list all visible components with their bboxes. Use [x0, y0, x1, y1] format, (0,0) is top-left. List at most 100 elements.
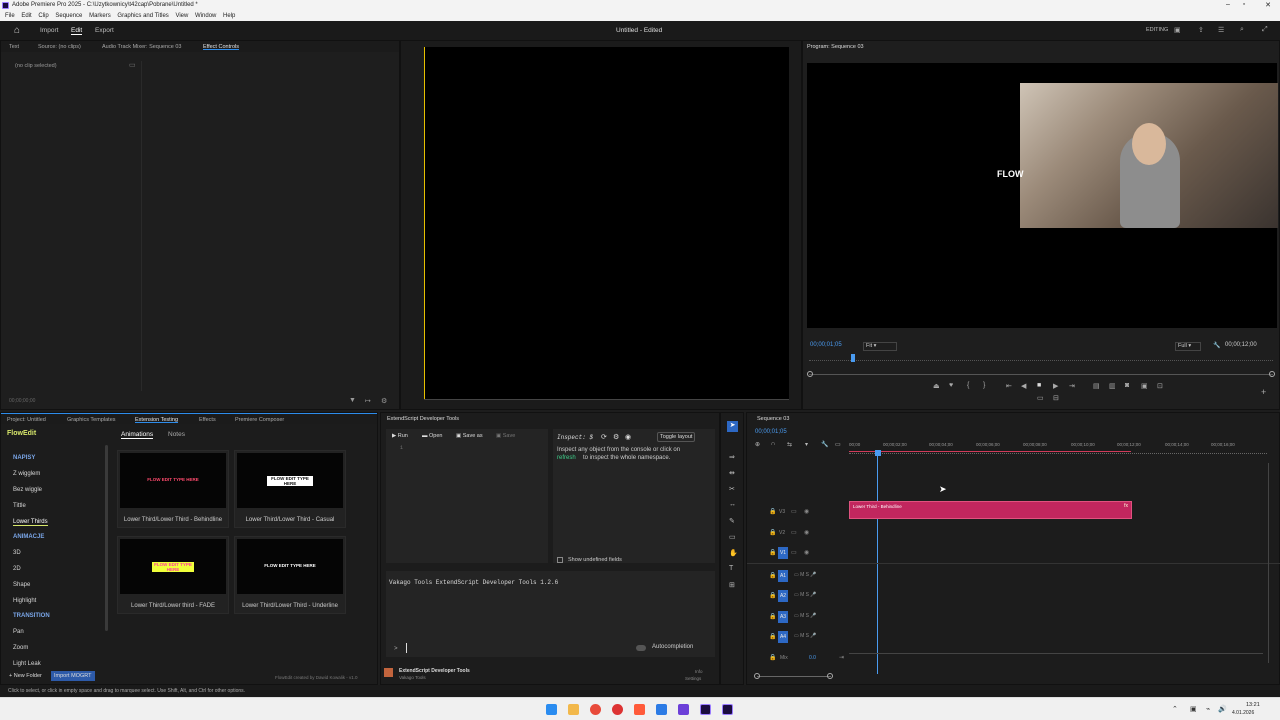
menu-help[interactable]: Help	[223, 13, 235, 19]
show-undefined-checkbox[interactable]	[557, 557, 563, 563]
track-label-v1[interactable]: V1	[778, 547, 788, 559]
tab-graphics-templates[interactable]: Graphics Templates	[67, 417, 116, 423]
stop-icon[interactable]: ■	[1037, 382, 1041, 389]
file-explorer-icon[interactable]	[568, 704, 579, 715]
lock-icon[interactable]: 🔒	[769, 508, 776, 515]
safe-margins-icon[interactable]: ▭	[1037, 394, 1044, 402]
track-label-a1[interactable]: A1	[778, 570, 788, 582]
tab-effect-controls[interactable]: Effect Controls	[203, 44, 239, 50]
work-area-bar[interactable]	[849, 451, 1131, 452]
rectangle-icon[interactable]: ▭	[729, 533, 736, 541]
windows-start-icon[interactable]	[546, 704, 557, 715]
mark-in-icon[interactable]: {	[967, 382, 969, 389]
type-icon[interactable]: T	[729, 565, 733, 572]
visual-studio-icon[interactable]	[678, 704, 689, 715]
sidebar-item-shape[interactable]: Shape	[13, 582, 30, 588]
close-icon[interactable]: ✕	[1262, 1, 1274, 9]
go-to-in-icon[interactable]: ⇤	[1006, 382, 1012, 390]
tab-effects[interactable]: Effects	[199, 417, 216, 423]
captions-icon[interactable]: ▭	[835, 441, 841, 448]
menu-markers[interactable]: Markers	[89, 13, 111, 19]
tab-project[interactable]: Project: Untitled	[7, 417, 46, 423]
info-link[interactable]: Info	[695, 669, 703, 674]
refresh-link[interactable]: refresh	[557, 455, 576, 461]
mix-value[interactable]: 0.0	[809, 655, 816, 661]
workspaces-icon[interactable]: ▣	[1174, 26, 1181, 34]
open-button[interactable]: ▬ Open	[422, 433, 443, 439]
timeline-v-scrollbar[interactable]	[1268, 463, 1269, 663]
step-forward-icon[interactable]: ▶	[1053, 382, 1058, 390]
tab-import[interactable]: Import	[40, 27, 58, 34]
save-as-button[interactable]: ▣ Save as	[456, 433, 483, 439]
toggle-layout-button[interactable]: Toggle layout	[657, 432, 696, 442]
timeline-playhead-handle[interactable]	[875, 450, 881, 456]
panel-icon[interactable]: ☰	[1218, 26, 1224, 34]
marker-icon[interactable]: ▾	[805, 441, 808, 448]
sidebar-item-z-wigglem[interactable]: Z wigglem	[13, 471, 40, 477]
notepad-icon[interactable]	[656, 704, 667, 715]
zoom-scrollbar[interactable]	[809, 374, 1273, 375]
button-editor-icon[interactable]: +	[1261, 387, 1266, 397]
sidebar-item-2d[interactable]: 2D	[13, 566, 21, 572]
search-icon[interactable]: ⌕	[1240, 26, 1244, 34]
clock-date[interactable]: 4.01.2026	[1232, 710, 1254, 716]
export-frame-icon[interactable]: ◙	[1125, 382, 1129, 389]
lock-icon[interactable]: 🔒	[769, 549, 776, 556]
add-marker-icon[interactable]: ♥	[949, 382, 953, 389]
template-card[interactable]: FLOW EDIT TYPE HERE Lower Third/Lower th…	[117, 536, 229, 614]
mute-icon[interactable]: ▭ M S 🎤	[794, 572, 817, 578]
toggle-timeline-icon[interactable]: ▭	[129, 61, 136, 69]
refresh-icon[interactable]: ⟳	[601, 433, 607, 441]
lock-icon[interactable]: 🔒	[769, 654, 776, 661]
nest-icon[interactable]: ⊕	[755, 441, 760, 448]
eye-icon[interactable]: ◉	[804, 549, 809, 556]
menu-view[interactable]: View	[175, 13, 188, 19]
minimize-icon[interactable]: –	[1222, 1, 1234, 8]
sidebar-item-light-leak[interactable]: Light Leak	[13, 661, 41, 667]
zoom-handle-left[interactable]	[807, 371, 813, 377]
sync-lock-icon[interactable]: ▭	[791, 549, 797, 556]
multicam-icon[interactable]: ⊟	[1053, 394, 1059, 402]
mute-icon[interactable]: ▭ M S 🎤	[794, 613, 817, 619]
chrome-icon[interactable]	[590, 704, 601, 715]
overwrite-icon[interactable]: ▥	[1109, 382, 1116, 390]
sidebar-item-pan[interactable]: Pan	[13, 629, 24, 635]
sidebar-item-zoom[interactable]: Zoom	[13, 645, 28, 651]
clock-time[interactable]: 13:21	[1246, 702, 1260, 708]
extendscript-title[interactable]: ExtendScript Developer Tools	[387, 416, 459, 422]
snap-icon[interactable]: ∩	[771, 441, 775, 447]
track-select-icon[interactable]: ⇒	[729, 453, 735, 461]
new-folder-button[interactable]: + New Folder	[9, 673, 42, 679]
eye-icon[interactable]: ◉	[804, 508, 809, 515]
track-label-a2[interactable]: A2	[778, 590, 788, 602]
timeline-timecode[interactable]: 00;00;01;05	[755, 429, 787, 435]
timeline-clip[interactable]: Lower Third - Behindline fx	[849, 501, 1132, 519]
tab-premiere-composer[interactable]: Premiere Composer	[235, 417, 284, 423]
linked-icon[interactable]: ⇆	[787, 441, 792, 448]
lock-icon[interactable]: 🔒	[769, 592, 776, 599]
hand-icon[interactable]: ✋	[729, 549, 738, 557]
opera-icon[interactable]	[612, 704, 623, 715]
app-icon[interactable]	[634, 704, 645, 715]
tab-extension-testing[interactable]: Extension Testing	[135, 417, 178, 423]
sidebar-item-3d[interactable]: 3D	[13, 550, 21, 556]
tray-chevron-icon[interactable]: ⌃	[1172, 705, 1178, 713]
track-label-a4[interactable]: A4	[778, 631, 788, 643]
selection-tool-icon[interactable]: ➤	[727, 421, 738, 432]
vr-icon[interactable]: ⊡	[1157, 382, 1163, 390]
program-timecode[interactable]: 00;00;01;05	[810, 342, 842, 348]
sidebar-item-bez-wiggle[interactable]: Bez wiggle	[13, 487, 42, 493]
tray-app-icon[interactable]: ▣	[1190, 705, 1197, 713]
lock-icon[interactable]: 🔒	[769, 633, 776, 640]
mark-out-icon[interactable]: }	[983, 382, 985, 389]
sidebar-item-lower-thirds[interactable]: Lower Thirds	[13, 519, 48, 526]
menu-window[interactable]: Window	[195, 13, 216, 19]
template-card[interactable]: FLOW EDIT TYPE HERE Lower Third/Lower Th…	[234, 450, 346, 528]
filter-icon[interactable]: ▼	[349, 397, 356, 404]
network-icon[interactable]: ⌁	[1206, 705, 1210, 713]
timeline-zoom-bar[interactable]	[757, 676, 831, 677]
volume-icon[interactable]: 🔊	[1218, 705, 1227, 713]
menu-file[interactable]: File	[5, 13, 15, 19]
gear-icon[interactable]: ⚙	[613, 433, 619, 441]
info-icon[interactable]: ◉	[625, 433, 631, 441]
